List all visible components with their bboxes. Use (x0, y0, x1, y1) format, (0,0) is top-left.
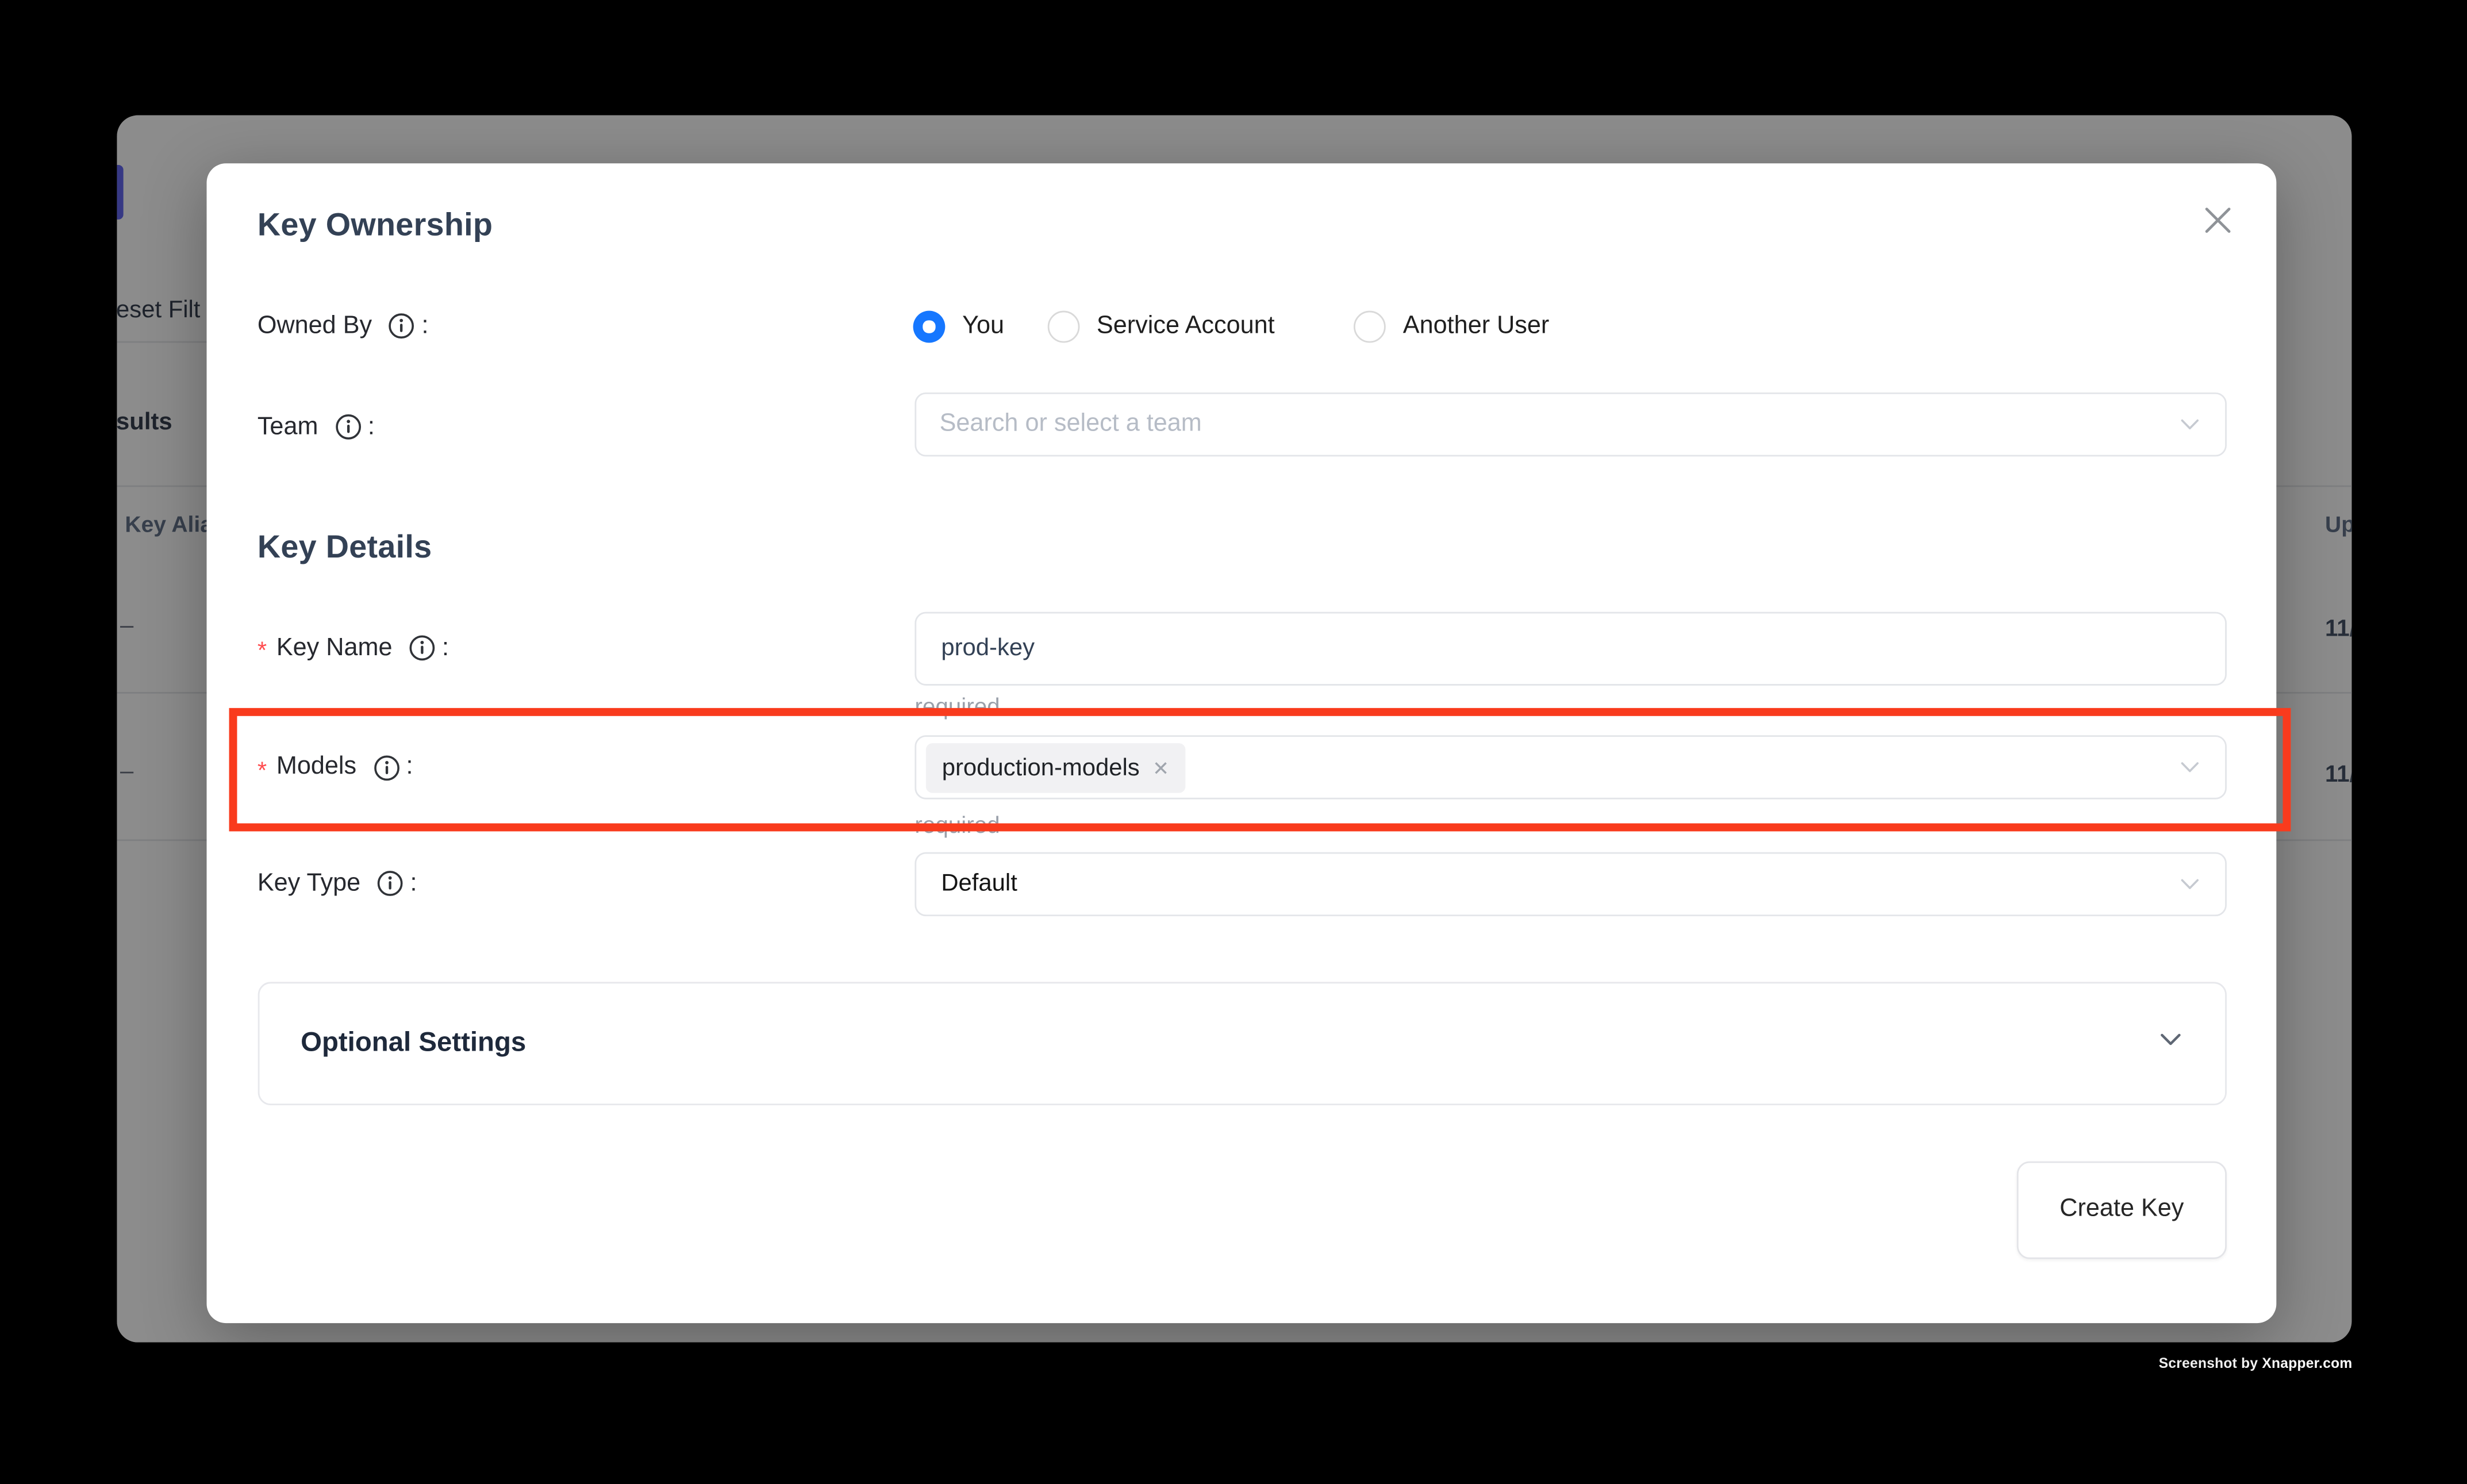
optional-settings-title: Optional Settings (301, 1027, 526, 1059)
model-tag-label: production-models (942, 755, 1140, 782)
required-asterisk: * (258, 639, 267, 666)
team-select-placeholder: Search or select a team (940, 410, 1202, 439)
chevron-down-icon (2178, 756, 2201, 786)
info-icon[interactable] (372, 754, 399, 781)
key-ownership-section-title: Key Ownership (258, 209, 493, 245)
key-details-section-title: Key Details (258, 530, 432, 567)
key-type-selected-value: Default (941, 871, 1017, 898)
models-multiselect[interactable]: production-models ✕ (914, 736, 2227, 799)
info-icon[interactable] (388, 313, 415, 340)
tag-remove-icon[interactable]: ✕ (1152, 759, 1169, 779)
key-name-validation-message: required (914, 695, 1000, 721)
chevron-down-icon (2158, 1027, 2184, 1060)
info-icon[interactable] (376, 871, 404, 898)
key-name-label: * Key Name : (258, 632, 449, 666)
team-label: Team : (258, 411, 375, 445)
radio-owned-by-you[interactable]: You (913, 310, 1004, 344)
chevron-down-icon (2178, 873, 2201, 904)
models-label: * Models : (258, 751, 413, 785)
close-icon (2202, 206, 2232, 236)
info-icon[interactable] (334, 414, 361, 441)
radio-unselected-icon (1047, 310, 1080, 343)
create-key-modal: Key Ownership Owned By : You Service Acc… (206, 164, 2276, 1322)
radio-selected-icon (913, 310, 946, 343)
key-name-input[interactable] (914, 612, 2227, 685)
required-asterisk: * (258, 757, 267, 784)
owned-by-label: Owned By : (258, 310, 429, 344)
model-tag: production-models ✕ (926, 744, 1185, 793)
info-icon[interactable] (408, 635, 435, 662)
key-type-select[interactable]: Default (914, 852, 2227, 917)
team-select[interactable]: Search or select a team (914, 393, 2227, 456)
create-key-button[interactable]: Create Key (2017, 1161, 2227, 1259)
radio-unselected-icon (1354, 310, 1386, 343)
close-button[interactable] (2202, 206, 2232, 236)
models-validation-message: required (914, 813, 1000, 839)
key-type-label: Key Type : (258, 867, 417, 901)
screenshot-canvas: eset Filt sults Key Alia Up – 11/ – 11/ … (0, 0, 2467, 1484)
chevron-down-icon (2178, 413, 2201, 444)
optional-settings-accordion[interactable]: Optional Settings (258, 982, 2227, 1105)
radio-owned-by-another-user[interactable]: Another User (1354, 310, 1550, 344)
watermark-text: Screenshot by Xnapper.com (2159, 1355, 2353, 1371)
radio-owned-by-service-account[interactable]: Service Account (1047, 310, 1275, 344)
